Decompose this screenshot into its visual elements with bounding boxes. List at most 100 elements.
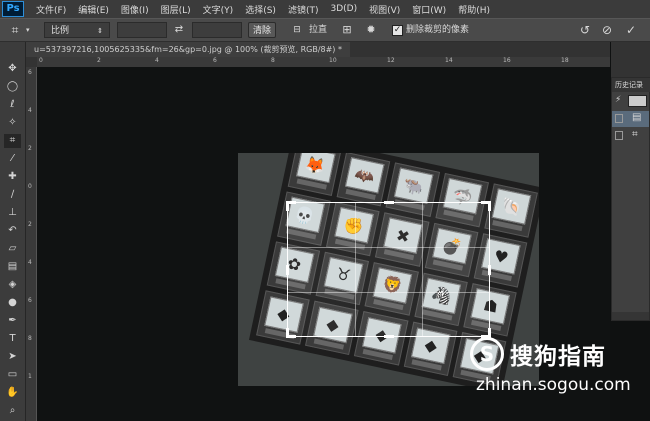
history-snapshot-row[interactable]: ⚡ — [612, 93, 649, 109]
straighten-label[interactable]: 拉直 — [309, 22, 331, 38]
bull-icon: 🐃 — [393, 167, 434, 205]
ruler-label: 0 — [28, 183, 32, 190]
crop-box[interactable] — [286, 201, 491, 338]
menu-file[interactable]: 文件(F) — [30, 3, 72, 16]
clear-button[interactable]: 清除 — [248, 22, 276, 38]
grid-overlay-icon[interactable]: ⊞ — [340, 22, 354, 38]
menu-edit[interactable]: 编辑(E) — [72, 3, 115, 16]
history-brush-tool-icon[interactable]: ↶ — [4, 224, 21, 238]
history-source-box — [615, 131, 623, 140]
history-state-crop[interactable]: ⌗ — [612, 128, 649, 144]
magic-wand-tool-icon[interactable]: ✧ — [4, 116, 21, 130]
marquee-tool-icon[interactable]: ◯ — [4, 80, 21, 94]
crop-handle-right[interactable] — [488, 265, 491, 275]
panel-footer — [612, 312, 649, 320]
straighten-icon[interactable]: ⊟ — [290, 22, 304, 38]
check-icon[interactable]: ✓ — [624, 22, 638, 38]
ruler-label: 16 — [503, 57, 511, 64]
menu-window[interactable]: 窗口(W) — [406, 3, 452, 16]
eraser-tool-icon[interactable]: ▱ — [4, 242, 21, 256]
crop-handle-bottom[interactable] — [384, 335, 394, 338]
crop-handle-top[interactable] — [384, 201, 394, 204]
watermark: S 搜狗指南 zhinan.sogou.com — [470, 331, 631, 401]
ruler-label: 4 — [155, 57, 159, 64]
options-bar: ⌗ ▾ 比例 ⇕ ⇄ 清除 ⊟ 拉直 ⊞ ✹ ✓ 删除裁剪的像素 ↺ ⊘ ✓ — [0, 18, 650, 42]
menu-view[interactable]: 视图(V) — [363, 3, 406, 16]
crop-grid-line — [288, 291, 489, 293]
cancel-icon[interactable]: ⊘ — [600, 22, 614, 38]
ruler-label: 2 — [97, 57, 101, 64]
crop-handle-top-left[interactable] — [286, 201, 289, 211]
ruler-label: 1 — [28, 373, 32, 380]
ruler-label: 8 — [28, 335, 32, 342]
menu-type[interactable]: 文字(Y) — [197, 3, 240, 16]
gear-icon[interactable]: ✹ — [364, 22, 378, 38]
ratio-height-field[interactable] — [192, 22, 242, 38]
swap-icon[interactable]: ⇄ — [172, 22, 186, 38]
ruler-label: 6 — [28, 69, 32, 76]
ruler-label: 2 — [28, 145, 32, 152]
card: 🦊 — [287, 153, 342, 196]
tools-panel: ✥ ◯ ℓ ✧ ⌗ ⁄ ✚ ∕ ⊥ ↶ ▱ ▤ ◈ ● ✒ T ➤ ▭ ✋ ⌕ — [0, 42, 26, 421]
history-source-box — [615, 114, 623, 123]
vertical-ruler: 6 4 2 0 2 4 6 8 1 — [26, 67, 37, 421]
crop-handle-bottom-left[interactable] — [286, 328, 289, 338]
menu-help[interactable]: 帮助(H) — [452, 3, 496, 16]
menu-image[interactable]: 图像(I) — [115, 3, 155, 16]
document-tab-bar: u=537397216,1005625335&fm=26&gp=0.jpg @ … — [26, 42, 610, 58]
ratio-width-field[interactable] — [117, 22, 167, 38]
card: 🦇 — [336, 153, 391, 207]
crop-tool-icon[interactable]: ⌗ — [4, 134, 21, 148]
menu-3d[interactable]: 3D(D) — [324, 4, 363, 14]
crop-grid-line — [354, 203, 356, 336]
menu-bar: Ps 文件(F) 编辑(E) 图像(I) 图层(L) 文字(Y) 选择(S) 滤… — [0, 0, 650, 18]
ruler-label: 4 — [28, 107, 32, 114]
snapshot-thumbnail — [628, 95, 647, 107]
crop-handle-left[interactable] — [286, 265, 289, 275]
eyedropper-tool-icon[interactable]: ⁄ — [4, 152, 21, 166]
pen-tool-icon[interactable]: ✒ — [4, 314, 21, 328]
zoom-tool-icon[interactable]: ⌕ — [4, 404, 21, 418]
history-state-open[interactable]: ▤ — [612, 111, 649, 127]
crop-handle-top-right[interactable] — [488, 201, 491, 211]
bat-icon: 🦇 — [344, 157, 385, 194]
hand-tool-icon[interactable]: ✋ — [4, 386, 21, 400]
gradient-tool-icon[interactable]: ▤ — [4, 260, 21, 274]
menu-select[interactable]: 选择(S) — [239, 3, 282, 16]
ruler-label: 12 — [387, 57, 395, 64]
ratio-select-value: 比例 — [51, 26, 70, 36]
move-tool-icon[interactable]: ✥ — [4, 62, 21, 76]
ratio-select[interactable]: 比例 ⇕ — [44, 22, 110, 38]
photoshop-logo: Ps — [2, 1, 24, 17]
crop-icon: ⌗ — [632, 129, 638, 140]
card: 🐚 — [484, 183, 538, 238]
delete-cropped-checkbox[interactable]: ✓ — [392, 25, 403, 36]
watermark-brand: 搜狗指南 — [510, 344, 606, 370]
sogou-logo-icon: S — [470, 337, 504, 371]
undo-icon[interactable]: ↺ — [578, 22, 592, 38]
history-brush-source-icon: ⚡ — [615, 95, 622, 105]
path-selection-tool-icon[interactable]: ➤ — [4, 350, 21, 364]
menu-layer[interactable]: 图层(L) — [155, 3, 197, 16]
ruler-label: 14 — [445, 57, 453, 64]
brush-tool-icon[interactable]: ∕ — [4, 188, 21, 202]
dodge-tool-icon[interactable]: ● — [4, 296, 21, 310]
crop-icon[interactable]: ⌗ — [6, 22, 24, 38]
ruler-label: 6 — [28, 297, 32, 304]
menu-filter[interactable]: 滤镜(T) — [282, 3, 325, 16]
type-tool-icon[interactable]: T — [4, 332, 21, 346]
lasso-tool-icon[interactable]: ℓ — [4, 98, 21, 112]
ruler-label: 18 — [561, 57, 569, 64]
document-tab[interactable]: u=537397216,1005625335&fm=26&gp=0.jpg @ … — [26, 42, 350, 57]
ruler-label: 10 — [329, 57, 337, 64]
healing-brush-tool-icon[interactable]: ✚ — [4, 170, 21, 184]
tool-preset-chevron-icon[interactable]: ▾ — [26, 22, 36, 38]
blur-tool-icon[interactable]: ◈ — [4, 278, 21, 292]
shape-tool-icon[interactable]: ▭ — [4, 368, 21, 382]
watermark-url: zhinan.sogou.com — [476, 375, 631, 395]
ruler-corner — [26, 57, 37, 67]
delete-cropped-label: 删除裁剪的像素 — [406, 25, 470, 35]
history-panel-title[interactable]: 历史记录 — [612, 78, 650, 92]
clone-stamp-tool-icon[interactable]: ⊥ — [4, 206, 21, 220]
ruler-label: 0 — [39, 57, 43, 64]
